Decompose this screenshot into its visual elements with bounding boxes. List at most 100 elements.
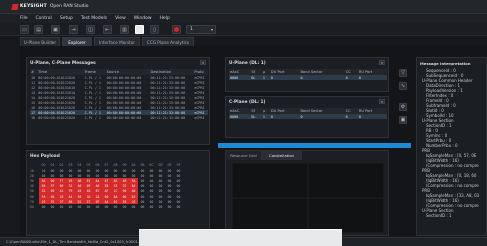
graph-icon[interactable]: ∿ bbox=[399, 82, 407, 90]
tree-item-label: NumberPrbu : 0 bbox=[426, 143, 458, 148]
brand-name: KEYSIGHT bbox=[20, 4, 47, 9]
settings-icon[interactable]: ⚙ bbox=[399, 103, 407, 111]
record-icon[interactable] bbox=[172, 25, 181, 34]
hex-byte[interactable]: 00 bbox=[156, 204, 165, 209]
hex-byte[interactable]: 00 bbox=[111, 204, 120, 209]
menu-window[interactable]: Window bbox=[134, 16, 152, 21]
hex-byte[interactable]: 00 bbox=[102, 204, 111, 209]
constellation-tabs: Resource Grid Constellation bbox=[226, 151, 302, 160]
panel-menu-icon[interactable]: ≡ bbox=[379, 60, 385, 65]
constellation-panel: Resource Grid Constellation bbox=[225, 150, 389, 236]
tree-item-label: (Compression : no compre bbox=[426, 163, 479, 168]
tab-u-plane-builder[interactable]: U-Plane Builder bbox=[20, 37, 60, 46]
u-plane-title: U-Plane (DL: 1) bbox=[229, 61, 266, 66]
filter-icon[interactable]: ▽ bbox=[399, 69, 407, 77]
hex-row: 40 9A FF 60 31 A0 09 A6 E8 33 CE 84 00 00 00 00 00 bbox=[30, 183, 183, 189]
u-plane-table: eAxC Sf µ DU Port Band Sector CC RU Port 0000 D… bbox=[229, 69, 387, 80]
tab-constellation[interactable]: Constellation bbox=[262, 151, 302, 160]
table-row[interactable]: 14 00:00:00.010121020 C-PL / 1 00:00:00:00:… bbox=[30, 95, 208, 100]
menu-bar: File Control Setup Test Models View Wind… bbox=[0, 14, 487, 23]
table-cell: 0 bbox=[299, 75, 345, 80]
table-row[interactable]: 18 00:00:00.010121020 C-PL / 1 00:00:00:00:… bbox=[30, 115, 208, 120]
new-file-icon[interactable]: ▭ bbox=[20, 25, 29, 34]
tab-ccg-plane-analytics[interactable]: CCG Plane Analytics bbox=[142, 37, 194, 46]
c-plane-table: eAxC Sf µ DU Port Band Sector CC RU Port 0000 D… bbox=[229, 108, 387, 119]
table-row[interactable]: 16 00:00:00.010121020 C-PL / 1 00:00:00:00:… bbox=[30, 105, 208, 110]
tab-explorer[interactable]: Explorer bbox=[62, 37, 92, 46]
table-row[interactable]: 11 00:00:00.010121020 C-PL / 1 00:00:00:00:… bbox=[30, 80, 208, 85]
instance-select[interactable]: 1 ▾ bbox=[186, 25, 216, 34]
u-plane-panel: U-Plane (DL: 1) ≡ eAxC Sf µ DU Port Band Sec… bbox=[225, 57, 389, 92]
export-icon[interactable]: ⇤ bbox=[103, 25, 112, 34]
messages-table: # Time Frame Source Destination Proto 10 00:00… bbox=[30, 69, 208, 120]
status-file-path: C:\OpenRANStudio\File_1_DL_Tim Bandwidth… bbox=[6, 240, 148, 244]
panel-menu-icon[interactable]: ≡ bbox=[200, 60, 206, 65]
constellation-plot bbox=[232, 163, 384, 233]
table-cell: 0000 bbox=[229, 114, 251, 119]
hex-row: 50 33 09 A1 F9 A5 48 87 AF 1C 96 A0 00 00 00 00 00 bbox=[30, 188, 183, 194]
hex-byte[interactable]: 00 bbox=[66, 204, 75, 209]
hex-byte[interactable]: 00 bbox=[165, 204, 174, 209]
hex-byte[interactable]: 00 bbox=[84, 204, 93, 209]
hex-byte[interactable]: 00 bbox=[174, 204, 183, 209]
main-tabs: U-Plane Builder Explorer Interface Monit… bbox=[20, 37, 196, 46]
save-icon[interactable]: ▣ bbox=[399, 116, 407, 124]
table-cell: 0 bbox=[344, 114, 358, 119]
c-plane-title: C-Plane (DL: 1) bbox=[229, 100, 266, 105]
tree-item-label: (Compression : no compre bbox=[426, 183, 479, 188]
table-row[interactable]: 13 00:00:00.010131010 C-PL / 1 00:00:00:00:… bbox=[30, 90, 208, 95]
layout-icon[interactable]: ▥ bbox=[120, 25, 129, 34]
interpretation-panel: Message Interpretation Sequenceid : 0 Sub… bbox=[416, 57, 487, 236]
hex-byte[interactable]: 00 bbox=[57, 204, 66, 209]
table-cell: 18 bbox=[31, 115, 36, 120]
table-cell: DL bbox=[250, 75, 262, 80]
table-cell: DL bbox=[250, 114, 262, 119]
chevron-down-icon: ▾ bbox=[210, 27, 213, 32]
table-row[interactable]: 0000 DL 1 0 0 0 0 bbox=[229, 75, 387, 80]
save-icon[interactable]: ▣ bbox=[51, 25, 60, 34]
table-row[interactable]: 0000 DL 1 0 0 0 0 bbox=[229, 114, 387, 119]
hex-byte[interactable]: 00 bbox=[120, 204, 129, 209]
menu-test-models[interactable]: Test Models bbox=[81, 16, 107, 21]
hex-byte[interactable]: 00 bbox=[48, 204, 57, 209]
cursor-icon[interactable]: ▯ bbox=[150, 25, 159, 34]
screenshot-icon[interactable]: ◫ bbox=[86, 25, 95, 34]
tree-item[interactable]: (Compression : no compre bbox=[420, 183, 487, 188]
menu-file[interactable]: File bbox=[20, 16, 28, 21]
table-cell: 1 bbox=[261, 114, 270, 119]
tab-interface-monitor[interactable]: Interface Monitor bbox=[94, 37, 140, 46]
table-row[interactable]: 10 00:00:00.010121020 C-PL / 1 00:00:00:00:… bbox=[30, 75, 208, 80]
tab-resource-grid[interactable]: Resource Grid bbox=[226, 151, 262, 160]
menu-help[interactable]: Help bbox=[160, 16, 170, 21]
hex-byte[interactable]: 00 bbox=[129, 204, 138, 209]
blank-page-icon[interactable] bbox=[135, 25, 144, 34]
hex-byte[interactable]: 00 bbox=[93, 204, 102, 209]
menu-view[interactable]: View bbox=[115, 16, 126, 21]
table-row[interactable]: 12 00:00:00.010131010 C-PL / 1 00:00:00:00:… bbox=[30, 85, 208, 90]
menu-control[interactable]: Control bbox=[36, 16, 52, 21]
table-cell: 1 bbox=[261, 75, 270, 80]
splitter-bar[interactable] bbox=[218, 143, 411, 148]
hex-byte[interactable]: 00 bbox=[147, 204, 156, 209]
table-cell: 00:11:21:33:00:00 bbox=[150, 115, 186, 120]
menu-setup[interactable]: Setup bbox=[60, 16, 73, 21]
hex-byte[interactable]: 00 bbox=[39, 204, 48, 209]
hex-row-offset: 80 bbox=[30, 204, 34, 209]
table-cell: 00:00:00:00:00:00 bbox=[106, 115, 142, 120]
table-cell: 0 bbox=[357, 75, 387, 80]
import-icon[interactable]: ⇥ bbox=[69, 25, 78, 34]
table-cell: 0 bbox=[269, 114, 300, 119]
hex-byte[interactable]: 00 bbox=[138, 204, 147, 209]
hex-byte[interactable]: 00 bbox=[75, 204, 84, 209]
table-cell: 00:00:00.010121020 bbox=[38, 115, 76, 120]
table-row[interactable]: 17 00:00:00.010121020 C-PL / 1 00:00:00:00:… bbox=[30, 110, 208, 115]
tree-item[interactable]: (Compression : no compre bbox=[420, 163, 487, 168]
interpretation-tree: Sequenceid : 0 SubSequenceid : 0 U-Plane C… bbox=[420, 68, 487, 218]
panel-menu-icon[interactable]: ≡ bbox=[379, 99, 385, 104]
app-title: Open RAN Studio bbox=[49, 4, 89, 9]
hex-table: 00 01 02 03 04 05 06 07 08 09 0A 0B 0C 0D 0E 0F 10 10 00 0… bbox=[30, 162, 183, 210]
table-row[interactable]: 15 00:00:00.010121020 C-PL / 1 00:00:00:00:… bbox=[30, 100, 208, 105]
tree-item[interactable]: SectionID : 1 bbox=[420, 213, 487, 218]
messages-title: U-Plane, C-Plane Messages bbox=[30, 61, 96, 66]
open-folder-icon[interactable]: ▤ bbox=[34, 25, 43, 34]
